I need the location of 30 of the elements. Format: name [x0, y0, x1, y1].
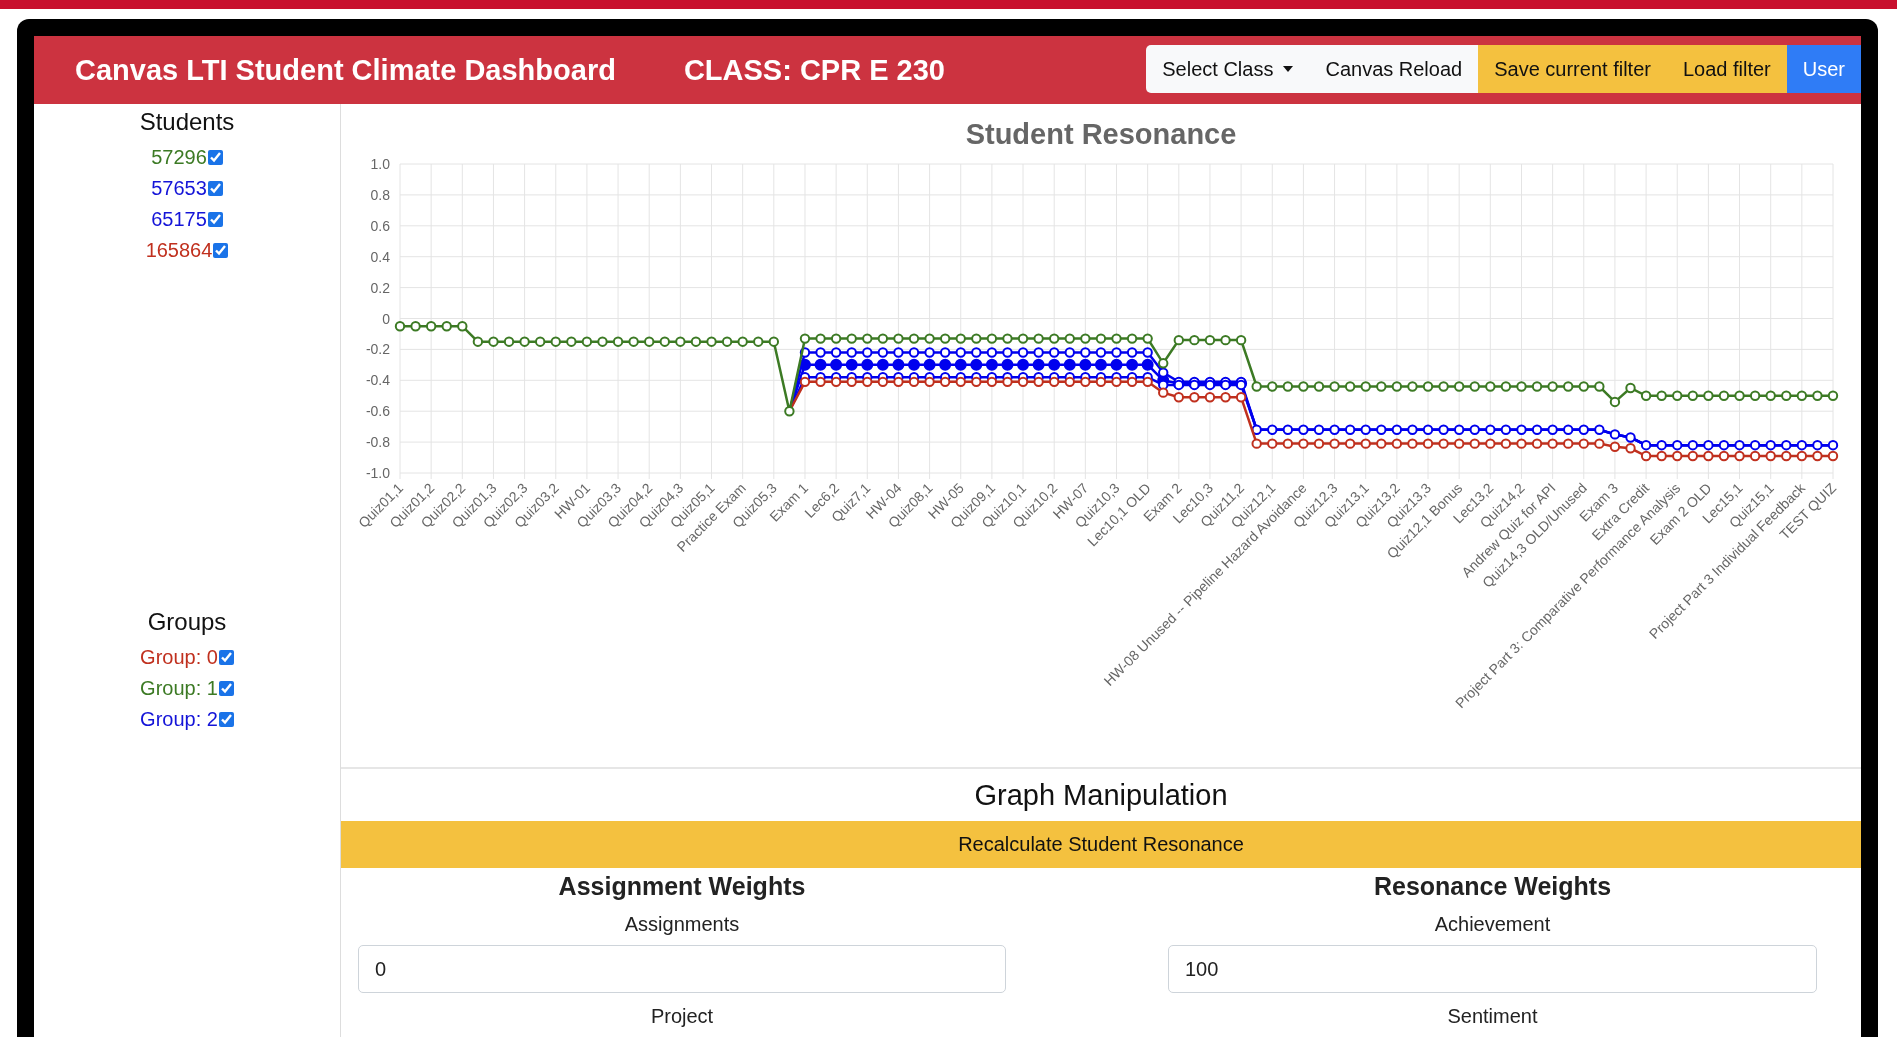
- axis-tick-label: 0.6: [370, 217, 390, 234]
- field-label: Assignments: [624, 913, 740, 936]
- app-title: Canvas LTI Student Climate Dashboard: [75, 53, 616, 87]
- class-label: CLASS: CPR E 230: [683, 53, 945, 87]
- field-label: Project: [650, 1005, 714, 1028]
- column-heading: Assignment Weights: [558, 872, 806, 901]
- group-label: Group: 0: [140, 646, 218, 669]
- axis-tick-label: -1.0: [365, 465, 390, 481]
- section-title: Graph Manipulation: [973, 779, 1229, 812]
- axis-tick-label: -0.2: [365, 341, 390, 358]
- axis-tick-label: -0.6: [365, 403, 390, 420]
- field-label: Sentiment: [1447, 1005, 1538, 1028]
- axis-tick-label: 1.0: [370, 156, 390, 172]
- group-label: Group: 1: [140, 677, 218, 700]
- section-heading: Students: [139, 108, 235, 136]
- student-id: 65175: [151, 208, 207, 231]
- axis-tick-label: 0: [382, 310, 390, 327]
- field-label: Achievement: [1434, 913, 1551, 936]
- axis-tick-label: -0.8: [365, 434, 390, 451]
- chart-title: Student Resonance: [964, 117, 1238, 151]
- axis-tick-label: 0.2: [370, 279, 390, 296]
- student-id: 165864: [145, 239, 213, 262]
- group-label: Group: 2: [140, 708, 218, 731]
- student-id: 57653: [151, 177, 207, 200]
- axis-tick-label: 0.4: [370, 248, 390, 265]
- axis-tick-label: 0.8: [370, 186, 390, 203]
- axis-tick-label: -0.4: [365, 372, 390, 389]
- column-heading: Resonance Weights: [1373, 872, 1612, 901]
- student-id: 57296: [151, 146, 207, 169]
- section-heading: Groups: [147, 608, 227, 636]
